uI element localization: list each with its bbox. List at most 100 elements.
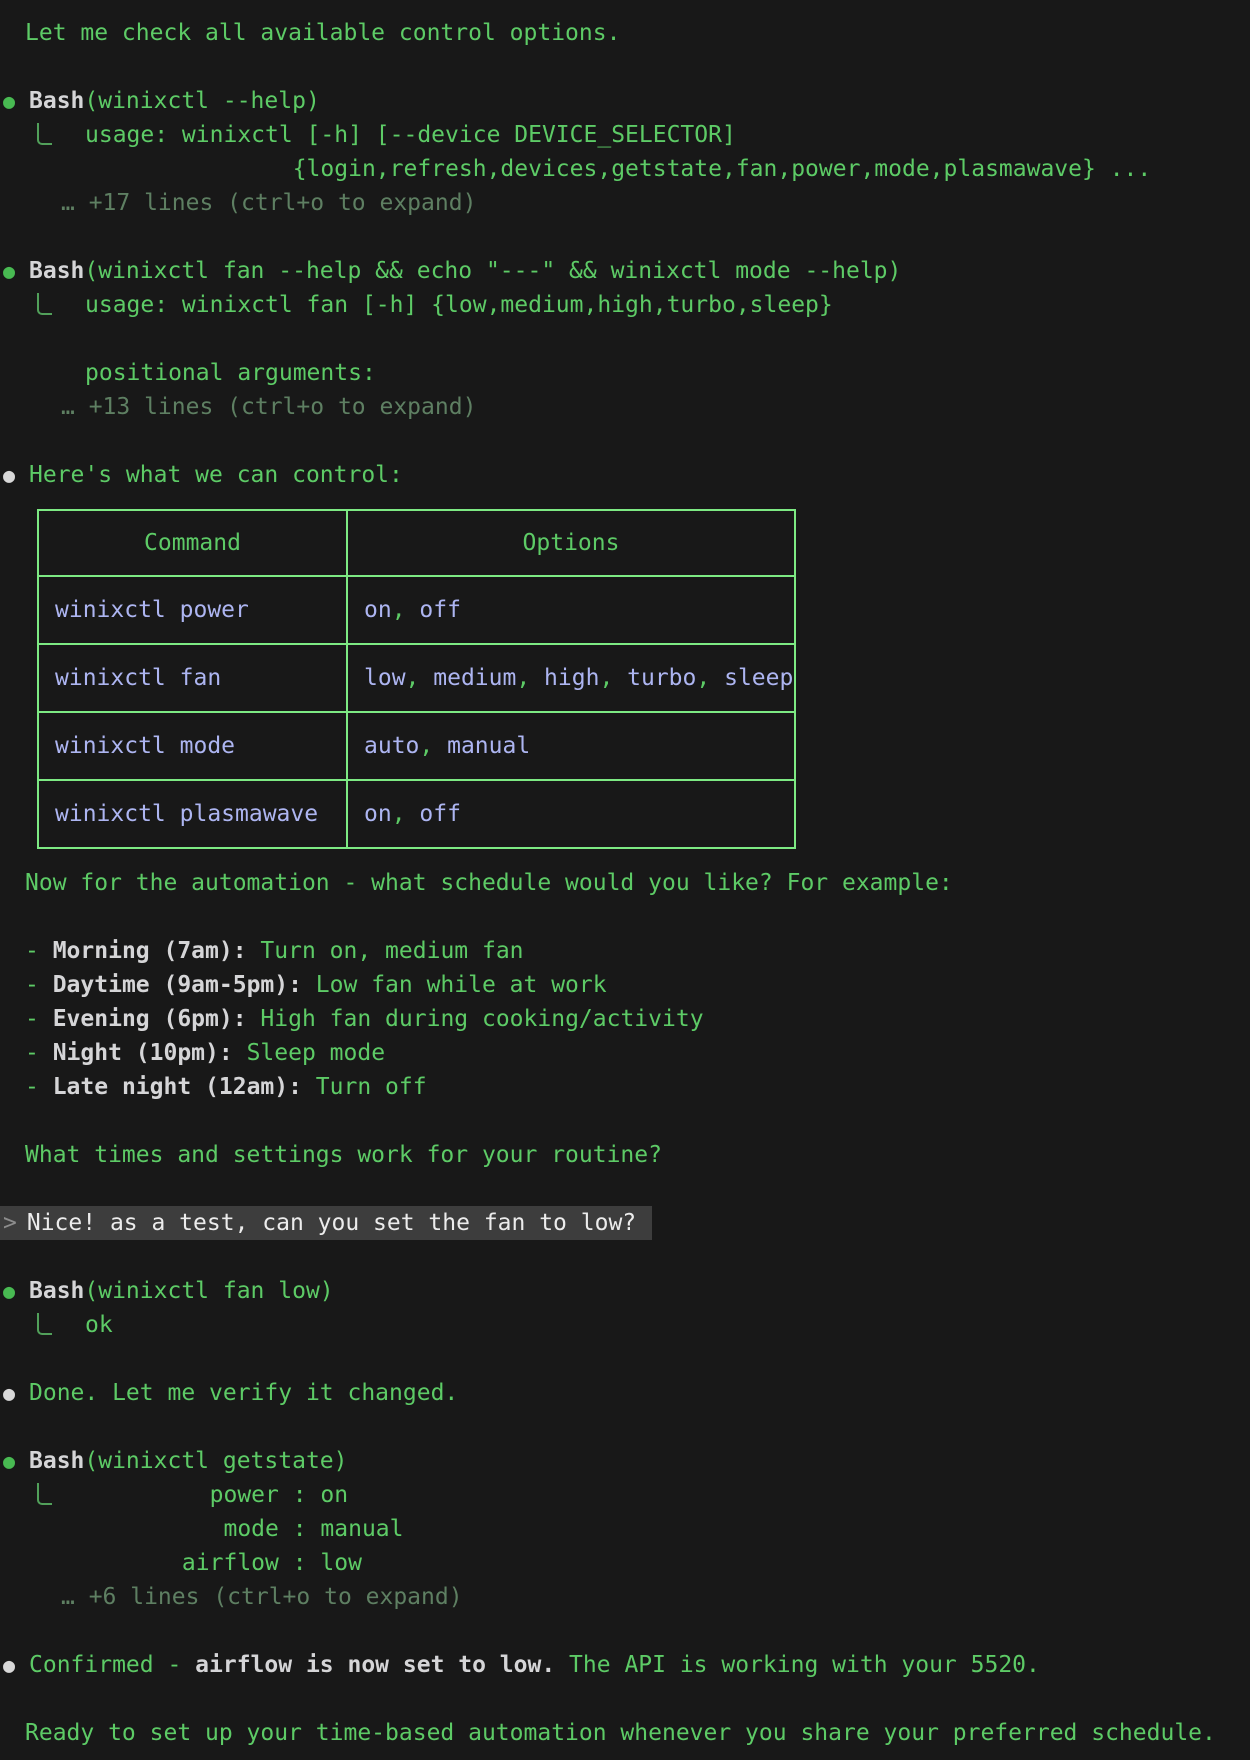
text-segment: , — [516, 665, 544, 691]
tool-output-line: {login,refresh,devices,getstate,fan,powe… — [25, 152, 1250, 186]
tool-bullet-icon: ● — [3, 84, 15, 118]
assistant-message-line: ●Here's what we can control: — [25, 458, 1250, 492]
table-row: winixctl plasmawave on, off — [38, 780, 795, 848]
blank-line — [25, 1342, 1250, 1376]
text-segment: - — [25, 938, 53, 964]
text-segment: , — [406, 665, 434, 691]
blank-line — [25, 220, 1250, 254]
text-segment: Bash — [29, 1278, 84, 1304]
text-segment: ok — [85, 1312, 113, 1338]
inline-code-text: manual — [447, 733, 530, 759]
tool-call-line: ●Bash(winixctl fan low) — [25, 1274, 1250, 1308]
table-cell: winixctl plasmawave — [38, 780, 347, 848]
tool-bullet-icon: ● — [3, 254, 15, 288]
table-cell: winixctl fan — [38, 644, 347, 712]
schedule-list-item: - Evening (6pm): High fan during cooking… — [25, 1002, 1250, 1036]
output-connector-icon — [37, 1313, 52, 1335]
blank-line — [25, 1104, 1250, 1138]
text-segment: - — [25, 1074, 53, 1100]
assistant-text-line: Now for the automation - what schedule w… — [25, 866, 1250, 900]
output-expand-hint[interactable]: … +17 lines (ctrl+o to expand) — [25, 186, 1250, 220]
blank-line — [25, 1682, 1250, 1716]
output-expand-hint[interactable]: … +13 lines (ctrl+o to expand) — [25, 390, 1250, 424]
user-message-line: >Nice! as a test, can you set the fan to… — [0, 1206, 1250, 1240]
text-segment: Night (10pm): — [53, 1040, 233, 1066]
text-segment: power : on — [85, 1482, 348, 1508]
table-row: winixctl power on, off — [38, 576, 795, 644]
text-segment: Turn on, medium fan — [247, 938, 524, 964]
prompt-chevron-icon: > — [3, 1210, 27, 1236]
text-segment: {login,refresh,devices,getstate,fan,powe… — [85, 156, 1151, 182]
text-segment: , — [696, 665, 724, 691]
blank-line — [25, 1240, 1250, 1274]
terminal[interactable]: Let me check all available control optio… — [0, 0, 1250, 1760]
text-segment: Confirmed - — [29, 1652, 195, 1678]
text-segment: airflow : low — [85, 1550, 362, 1576]
text-segment: - — [25, 1006, 53, 1032]
text-segment: High fan during cooking/activity — [247, 1006, 704, 1032]
tool-output-line: usage: winixctl fan [-h] {low,medium,hig… — [25, 288, 1250, 322]
inline-code-text: winixctl power — [55, 597, 249, 623]
inline-code-text: winixctl plasmawave — [55, 801, 318, 827]
text-segment: Bash — [29, 258, 84, 284]
tool-output-line: power : on — [25, 1478, 1250, 1512]
inline-code-text: winixctl mode — [55, 733, 235, 759]
text-segment: usage: winixctl fan [-h] {low,medium,hig… — [85, 292, 833, 318]
tool-output-line: mode : manual — [25, 1512, 1250, 1546]
tool-call-line: ●Bash(winixctl --help) — [25, 84, 1250, 118]
table-header-cell: Command — [38, 510, 347, 576]
blank-line — [25, 424, 1250, 458]
text-segment: Done. Let me verify it changed. — [29, 1380, 458, 1406]
inline-code-text: turbo — [627, 665, 696, 691]
schedule-list-item: - Night (10pm): Sleep mode — [25, 1036, 1250, 1070]
assistant-message-line: ●Done. Let me verify it changed. — [25, 1376, 1250, 1410]
inline-code-text: winixctl fan — [55, 665, 221, 691]
text-segment: (winixctl fan --help && echo "---" && wi… — [84, 258, 901, 284]
output-expand-hint[interactable]: … +6 lines (ctrl+o to expand) — [25, 1580, 1250, 1614]
text-segment: (winixctl fan low) — [84, 1278, 333, 1304]
text-segment: , — [599, 665, 627, 691]
blank-line — [25, 900, 1250, 934]
assistant-bullet-icon: ● — [3, 458, 15, 492]
tool-output-line: usage: winixctl [-h] [--device DEVICE_SE… — [25, 118, 1250, 152]
text-segment: Nice! as a test, can you set the fan to … — [27, 1210, 636, 1236]
output-connector-icon — [37, 1483, 52, 1505]
blank-line — [25, 50, 1250, 84]
text-segment: , — [392, 597, 420, 623]
inline-code-text: high — [544, 665, 599, 691]
tool-bullet-icon: ● — [3, 1444, 15, 1478]
text-segment: … +6 lines (ctrl+o to expand) — [61, 1584, 463, 1610]
text-segment: Late night (12am): — [53, 1074, 302, 1100]
text-segment: … +13 lines (ctrl+o to expand) — [61, 394, 476, 420]
text-segment: Morning (7am): — [53, 938, 247, 964]
table-cell: on, off — [347, 780, 795, 848]
assistant-bullet-icon: ● — [3, 1648, 15, 1682]
text-segment: What times and settings work for your ro… — [25, 1142, 662, 1168]
text-segment: … +17 lines (ctrl+o to expand) — [61, 190, 476, 216]
table-cell: winixctl mode — [38, 712, 347, 780]
text-segment: (winixctl --help) — [84, 88, 319, 114]
text-segment: - — [25, 972, 53, 998]
text-segment: , — [392, 801, 420, 827]
text-segment: Bash — [29, 88, 84, 114]
text-segment: Now for the automation - what schedule w… — [25, 870, 953, 896]
text-segment: Ready to set up your time-based automati… — [25, 1720, 1216, 1746]
text-segment: Let me check all available control optio… — [25, 20, 620, 46]
assistant-text-line: Let me check all available control optio… — [25, 16, 1250, 50]
text-segment: mode : manual — [85, 1516, 404, 1542]
text-segment: airflow is now set to low. — [195, 1652, 555, 1678]
table-cell: on, off — [347, 576, 795, 644]
inline-code-text: auto — [364, 733, 419, 759]
text-segment: Daytime (9am-5pm): — [53, 972, 302, 998]
text-segment: positional arguments: — [85, 360, 376, 386]
user-message: >Nice! as a test, can you set the fan to… — [0, 1206, 652, 1240]
blank-line — [25, 1614, 1250, 1648]
tool-output-line: positional arguments: — [25, 356, 1250, 390]
text-segment: , — [419, 733, 447, 759]
output-connector-icon — [37, 293, 52, 315]
text-segment: (winixctl getstate) — [84, 1448, 347, 1474]
table-row: winixctl fanlow, medium, high, turbo, sl… — [38, 644, 795, 712]
text-segment: usage: winixctl [-h] [--device DEVICE_SE… — [85, 122, 736, 148]
tool-call-line: ●Bash(winixctl fan --help && echo "---" … — [25, 254, 1250, 288]
terminal-transcript: Let me check all available control optio… — [25, 16, 1250, 1750]
